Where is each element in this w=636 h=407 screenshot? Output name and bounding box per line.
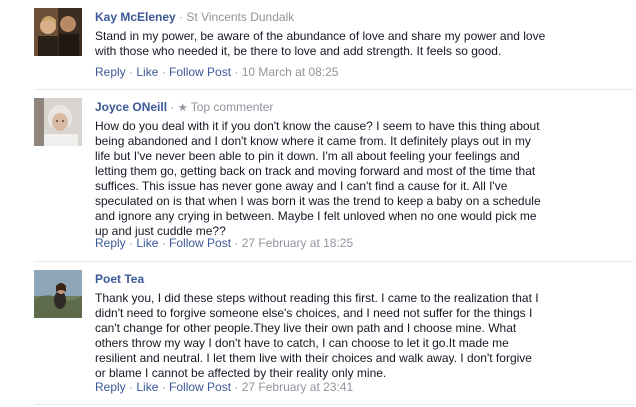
- commenter-name[interactable]: Kay McEleney: [95, 10, 176, 24]
- follow-post-link[interactable]: Follow Post: [169, 236, 231, 250]
- like-link[interactable]: Like: [136, 65, 158, 79]
- commenter-name[interactable]: Joyce ONeill: [95, 100, 167, 114]
- comment-actions: Reply · Like · Follow Post · 27 February…: [95, 236, 353, 251]
- comment-line: speculated on is that when I was born it…: [95, 194, 541, 208]
- avatar[interactable]: [34, 270, 82, 318]
- comment-timestamp[interactable]: 27 February at 23:41: [242, 380, 353, 394]
- comment-line: being abandoned and I don't know where i…: [95, 134, 531, 148]
- comment-line: didn't need to forgive someone else's ch…: [95, 306, 533, 320]
- follow-post-link[interactable]: Follow Post: [169, 380, 231, 394]
- comment-line: How do you deal with it if you don't kno…: [95, 119, 540, 133]
- comment-line: can't change for other people.They live …: [95, 321, 517, 335]
- comment-line: letting them go, getting back on track a…: [95, 164, 536, 178]
- like-link[interactable]: Like: [136, 380, 158, 394]
- comment-line: or blame I cannot be affected by their r…: [95, 366, 387, 380]
- comment-header: Kay McEleney · St Vincents Dundalk: [95, 10, 294, 25]
- profile-photo-icon: [34, 98, 82, 146]
- like-link[interactable]: Like: [136, 236, 158, 250]
- comment-text: Thank you, I did these steps without rea…: [95, 291, 595, 381]
- reply-link[interactable]: Reply: [95, 236, 126, 250]
- divider: [34, 89, 634, 90]
- comment-line: resilient and neutral. I let them live w…: [95, 351, 532, 365]
- separator: ·: [125, 236, 137, 250]
- follow-post-link[interactable]: Follow Post: [169, 65, 231, 79]
- comment-line: suffices. This issue has never gone away…: [95, 179, 508, 193]
- comment-actions: Reply · Like · Follow Post · 27 February…: [95, 380, 353, 395]
- comment-line: and ignore any crying in between. Maybe …: [95, 209, 537, 223]
- comment-text: Stand in my power, be aware of the abund…: [95, 29, 595, 59]
- divider: [34, 404, 634, 405]
- separator: ·: [231, 65, 242, 79]
- reply-link[interactable]: Reply: [95, 65, 126, 79]
- commenter-affiliation[interactable]: St Vincents Dundalk: [186, 10, 294, 24]
- separator: ·: [231, 380, 242, 394]
- separator: ·: [158, 236, 170, 250]
- comment-line: life but I've never been able to pin it …: [95, 149, 520, 163]
- comment-text: How do you deal with it if you don't kno…: [95, 119, 595, 239]
- comment-line: others throw my way I don't have to catc…: [95, 336, 509, 350]
- top-commenter-badge: Top commenter: [188, 100, 274, 114]
- star-icon: ★: [177, 102, 188, 114]
- separator: ·: [158, 65, 170, 79]
- badge-label: Top commenter: [190, 100, 274, 114]
- comment-timestamp[interactable]: 27 February at 18:25: [242, 236, 353, 250]
- profile-photo-icon: [34, 270, 82, 318]
- separator: ·: [158, 380, 170, 394]
- separator: ·: [125, 380, 137, 394]
- comment-header: Poet Tea: [95, 272, 144, 287]
- separator: ·: [175, 10, 187, 24]
- avatar[interactable]: [34, 98, 82, 146]
- divider: [34, 261, 634, 262]
- comment-header: Joyce ONeill · ★ Top commenter: [95, 100, 273, 116]
- avatar[interactable]: [34, 8, 82, 56]
- comment-line: Stand in my power, be aware of the abund…: [95, 29, 546, 43]
- comment-line: with those who needed it, be there to lo…: [95, 44, 502, 58]
- separator: ·: [125, 65, 137, 79]
- separator: ·: [167, 100, 178, 114]
- commenter-name[interactable]: Poet Tea: [95, 272, 144, 286]
- comment-timestamp[interactable]: 10 March at 08:25: [242, 65, 339, 79]
- comment-line: Thank you, I did these steps without rea…: [95, 291, 539, 305]
- reply-link[interactable]: Reply: [95, 380, 126, 394]
- separator: ·: [231, 236, 242, 250]
- profile-photo-icon: [34, 8, 82, 56]
- comment-actions: Reply · Like · Follow Post · 10 March at…: [95, 65, 338, 80]
